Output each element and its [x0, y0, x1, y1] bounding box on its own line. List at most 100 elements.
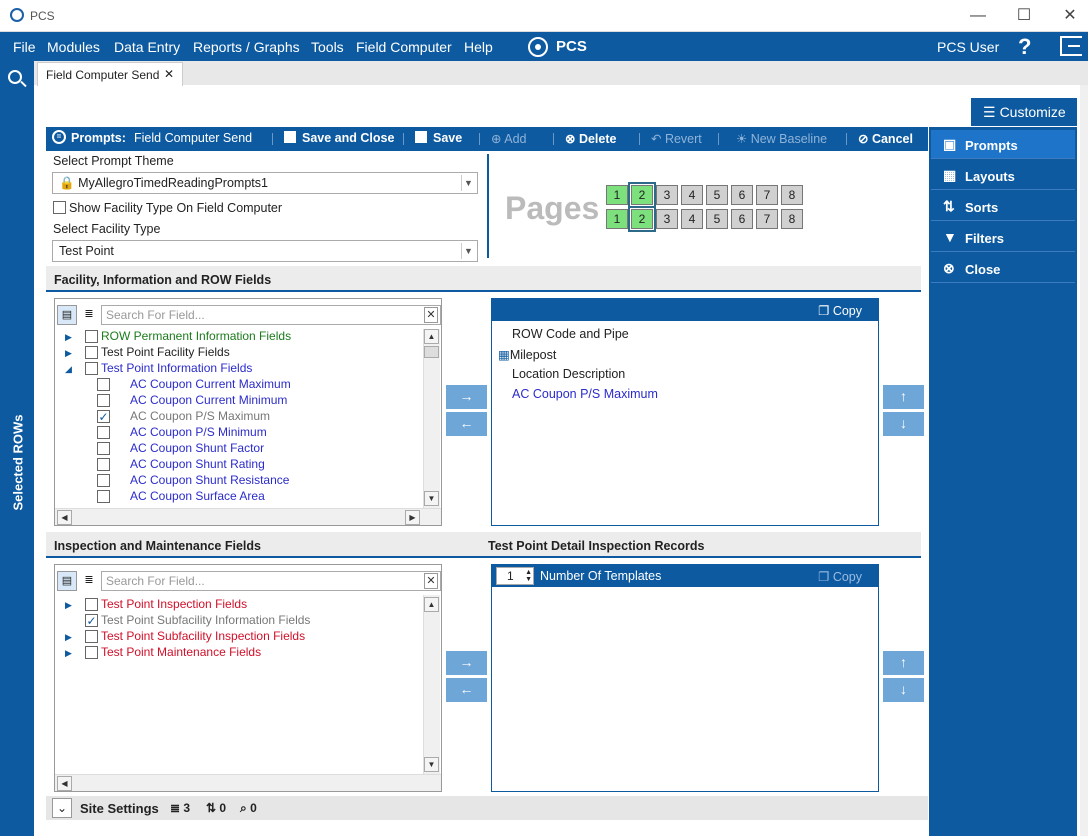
help-icon[interactable]: ? [1018, 34, 1031, 60]
tab-field-computer-send[interactable]: Field Computer Send ✕ [37, 62, 183, 86]
move-down-button[interactable]: ↓ [883, 678, 924, 702]
clear-icon[interactable]: ✕ [424, 573, 438, 589]
menu-file[interactable]: File [13, 39, 36, 55]
checkbox[interactable] [85, 630, 98, 643]
expand-arrow-icon[interactable]: ▶ [65, 648, 72, 659]
page-button[interactable]: 2 [628, 182, 656, 208]
checkbox[interactable] [85, 362, 98, 375]
revert-button[interactable]: ↶ Revert [651, 131, 702, 146]
move-right-button[interactable]: → [446, 651, 487, 675]
expand-arrow-icon[interactable]: ▶ [65, 600, 72, 611]
checkbox[interactable] [97, 410, 110, 423]
side-filters[interactable]: ▼ Filters [931, 223, 1075, 252]
page-button[interactable]: 3 [656, 185, 678, 205]
checkbox[interactable] [85, 346, 98, 359]
list-view-icon[interactable]: ≣ [79, 571, 99, 591]
page-button[interactable]: 5 [706, 209, 728, 229]
checkbox[interactable] [85, 598, 98, 611]
tree-hscrollbar[interactable]: ◀ [55, 774, 441, 791]
scroll-up-icon[interactable]: ▲ [424, 597, 439, 612]
user-name[interactable]: PCS User [937, 39, 999, 55]
save-button[interactable]: Save [415, 131, 462, 145]
tree-vscrollbar[interactable]: ▲ ▼ [423, 329, 440, 509]
move-left-button[interactable]: ← [446, 412, 487, 436]
selected-field[interactable]: Location Description [512, 367, 625, 387]
checkbox[interactable] [97, 426, 110, 439]
page-button[interactable]: 6 [731, 209, 753, 229]
clear-icon[interactable]: ✕ [424, 307, 438, 323]
facility-search-input[interactable]: Search For Field... ✕ [101, 305, 441, 325]
page-button[interactable]: 7 [756, 185, 778, 205]
templates-count-stepper[interactable]: 1 ▲ ▼ [496, 567, 534, 585]
side-layouts[interactable]: ▦ Layouts [931, 161, 1075, 190]
maximize-icon[interactable]: ☐ [1014, 6, 1034, 26]
checkbox[interactable] [97, 490, 110, 503]
scroll-left-icon[interactable]: ◀ [57, 510, 72, 525]
cancel-button[interactable]: ⊘ Cancel [858, 131, 913, 146]
menu-field-computer[interactable]: Field Computer [356, 39, 452, 55]
selected-rows-toggle[interactable]: Selected ROWs [11, 413, 26, 513]
facility-type-select[interactable]: Test Point ▼ [52, 240, 478, 262]
expand-arrow-icon[interactable]: ◢ [65, 364, 72, 375]
side-sorts[interactable]: ⇅ Sorts [931, 192, 1075, 221]
list-view-icon[interactable]: ≣ [79, 305, 99, 325]
add-button[interactable]: ⊕ Add [491, 131, 527, 146]
page-button[interactable]: 4 [681, 209, 703, 229]
expand-arrow-icon[interactable]: ▶ [65, 632, 72, 643]
page-button[interactable]: 4 [681, 185, 703, 205]
page-button[interactable]: 7 [756, 209, 778, 229]
show-facility-checkbox[interactable] [53, 201, 66, 217]
page-button[interactable]: 6 [731, 185, 753, 205]
site-settings-label[interactable]: Site Settings [80, 801, 159, 816]
scroll-down-icon[interactable]: ▼ [424, 491, 439, 506]
search-icon[interactable] [8, 70, 22, 84]
tree-view-icon[interactable]: ▤ [57, 305, 77, 325]
menu-modules[interactable]: Modules [47, 39, 100, 55]
page-button[interactable]: 3 [656, 209, 678, 229]
scroll-up-icon[interactable]: ▲ [424, 329, 439, 344]
checkbox[interactable] [85, 614, 98, 627]
new-baseline-button[interactable]: ☀ New Baseline [736, 131, 827, 146]
page-button[interactable]: 1 [606, 209, 628, 229]
customize-button[interactable]: ☰ Customize [971, 98, 1077, 126]
inspection-search-input[interactable]: Search For Field... ✕ [101, 571, 441, 591]
side-close[interactable]: ⊗ Close [931, 254, 1075, 283]
page-button[interactable]: 5 [706, 185, 728, 205]
checkbox[interactable] [85, 646, 98, 659]
save-and-close-button[interactable]: Save and Close [284, 131, 394, 145]
delete-button[interactable]: ⊗ Delete [565, 131, 616, 146]
chevron-down-icon[interactable]: ▼ [461, 243, 475, 259]
scroll-right-icon[interactable]: ▶ [405, 510, 420, 525]
scroll-left-icon[interactable]: ◀ [57, 776, 72, 791]
selected-field[interactable]: ▦Milepost [498, 347, 556, 367]
menu-data-entry[interactable]: Data Entry [114, 39, 180, 55]
tree-view-icon[interactable]: ▤ [57, 571, 77, 591]
scroll-down-icon[interactable]: ▼ [424, 757, 439, 772]
menu-reports-graphs[interactable]: Reports / Graphs [193, 39, 300, 55]
move-up-button[interactable]: ↑ [883, 385, 924, 409]
chevron-down-icon[interactable]: ▼ [461, 175, 475, 191]
checkbox[interactable] [97, 394, 110, 407]
expand-arrow-icon[interactable]: ▶ [65, 332, 72, 343]
collapse-icon[interactable]: = [52, 130, 66, 144]
close-icon[interactable]: ✕ [1060, 6, 1080, 26]
menu-help[interactable]: Help [464, 39, 493, 55]
checkbox[interactable] [97, 458, 110, 471]
page-button[interactable]: 2 [628, 206, 656, 232]
theme-select[interactable]: 🔒 MyAllegroTimedReadingPrompts1 ▼ [52, 172, 478, 194]
side-prompts[interactable]: ▣ Prompts [931, 130, 1075, 159]
menu-tools[interactable]: Tools [311, 39, 344, 55]
tree-hscrollbar[interactable]: ◀ ▶ [55, 508, 441, 525]
tree-vscrollbar[interactable]: ▲ ▼ [423, 595, 440, 775]
selected-field[interactable]: AC Coupon P/S Maximum [512, 387, 658, 407]
move-up-button[interactable]: ↑ [883, 651, 924, 675]
minimize-icon[interactable]: — [968, 6, 988, 26]
checkbox[interactable] [97, 474, 110, 487]
logout-icon[interactable] [1060, 36, 1082, 56]
expand-icon[interactable]: ⌄ [52, 798, 72, 818]
checkbox[interactable] [97, 442, 110, 455]
move-left-button[interactable]: ← [446, 678, 487, 702]
stepper-arrows-icon[interactable]: ▲ ▼ [525, 569, 532, 583]
copy-button[interactable]: ❐ Copy [818, 569, 862, 584]
move-down-button[interactable]: ↓ [883, 412, 924, 436]
